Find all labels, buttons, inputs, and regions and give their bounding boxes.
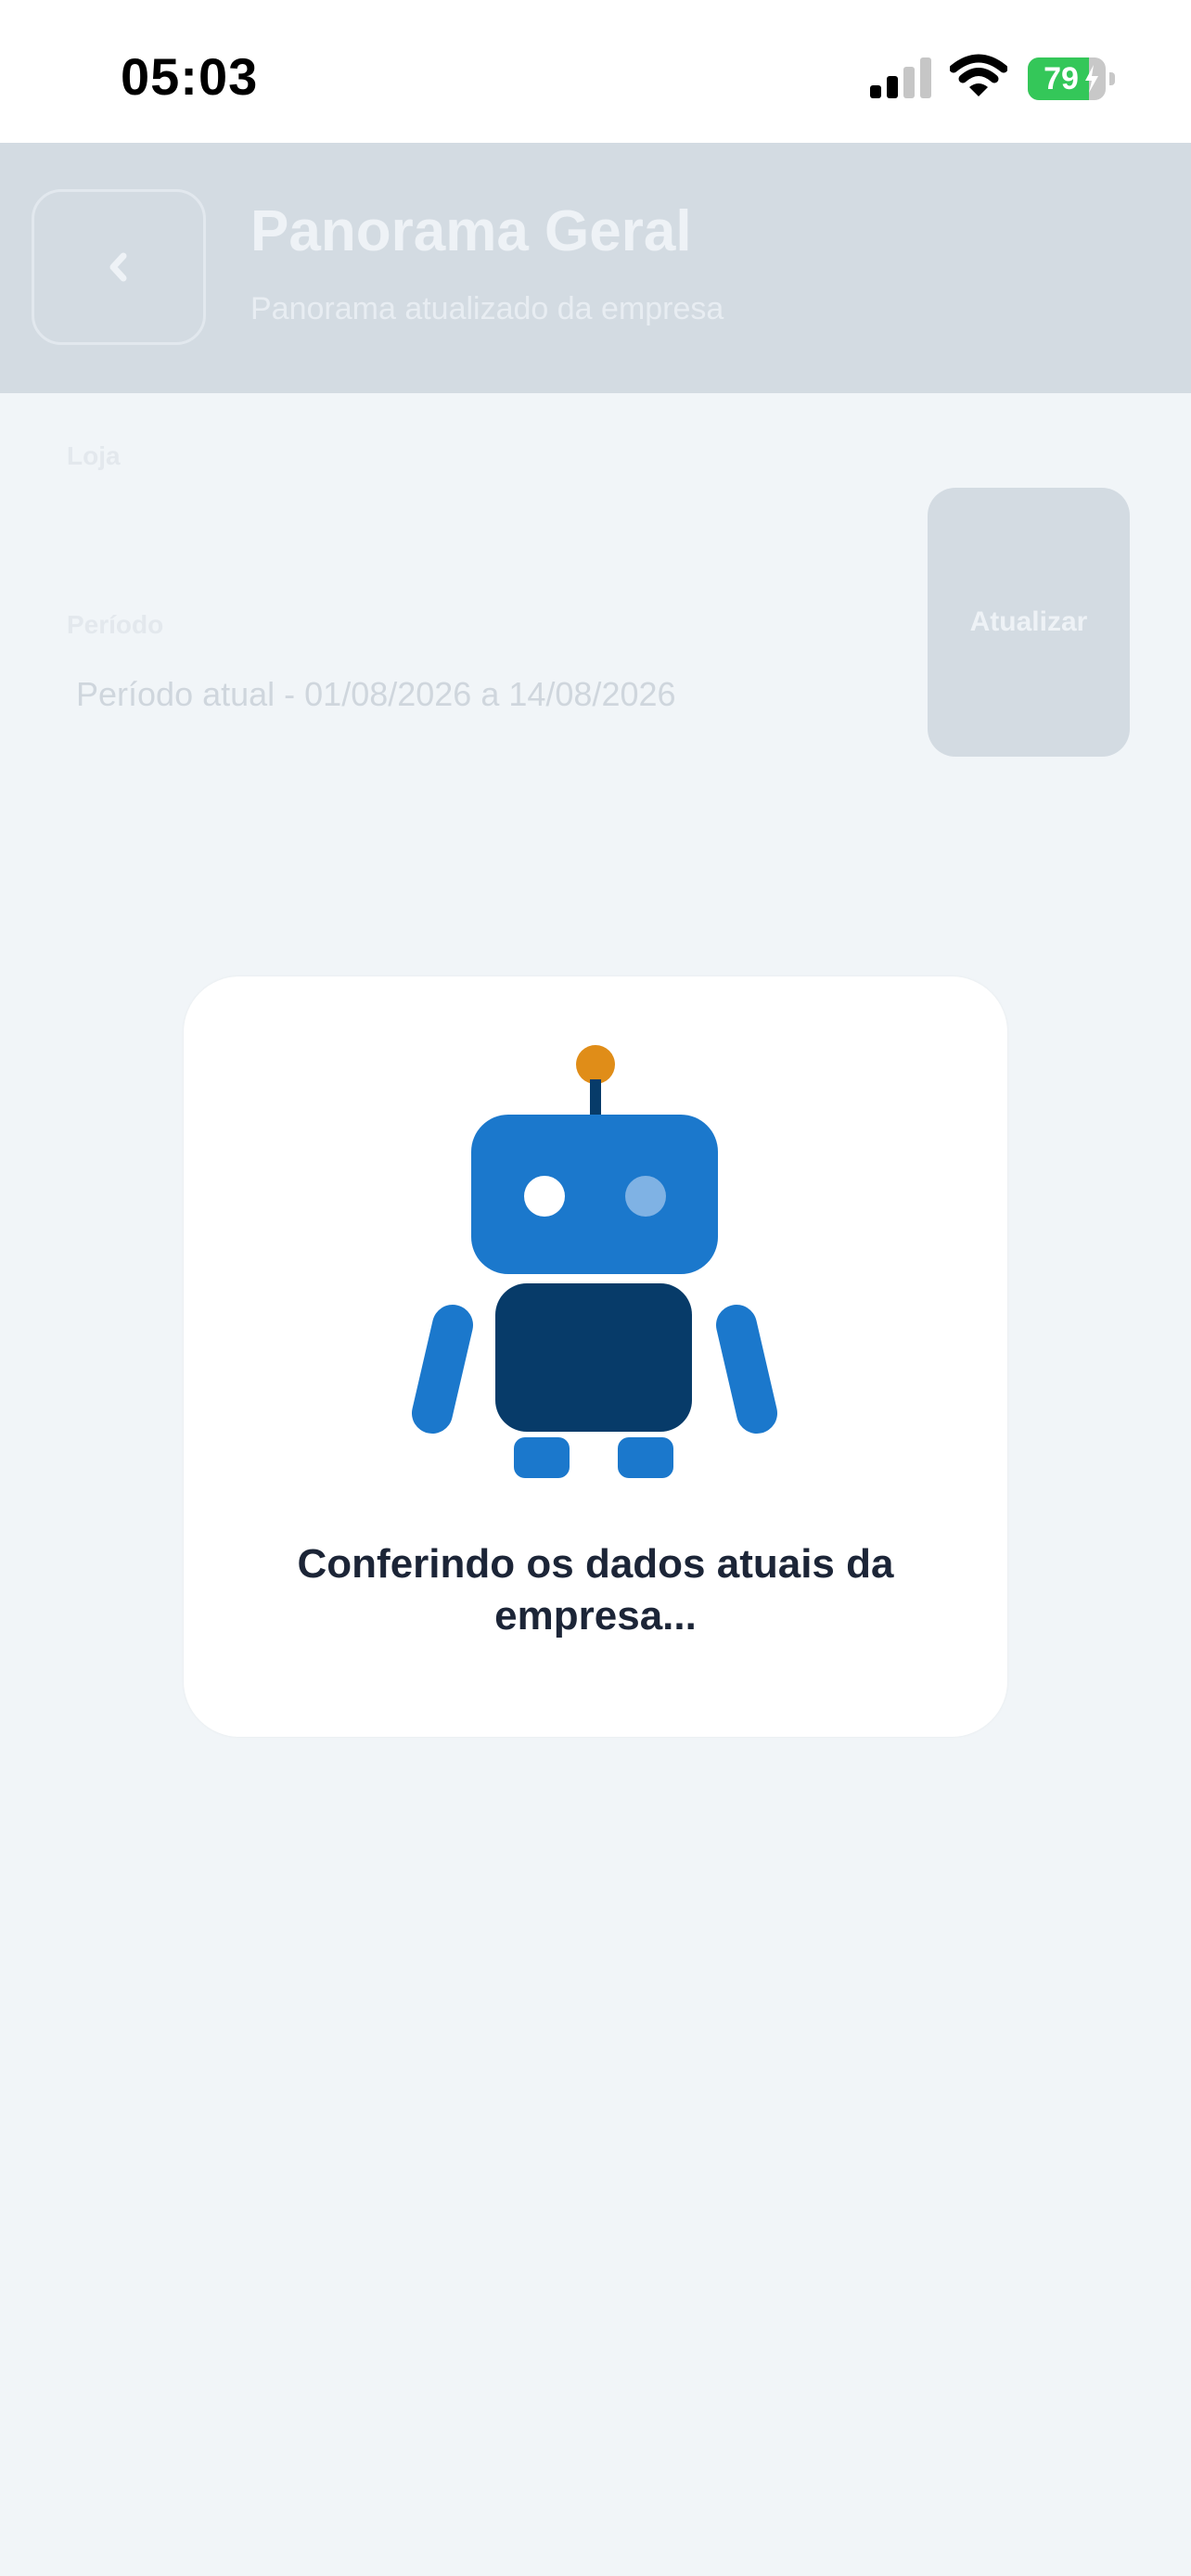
period-label: Período — [67, 610, 164, 639]
period-select[interactable]: Período atual - 01/08/2026 a 14/08/2026 — [76, 675, 676, 714]
loading-card: Conferindo os dados atuais da empresa... — [184, 976, 1007, 1737]
wifi-icon — [950, 54, 1007, 96]
back-button[interactable] — [32, 189, 206, 345]
update-button[interactable]: Atualizar — [928, 488, 1130, 757]
status-bar: 05:03 79 — [0, 0, 1191, 143]
page-title: Panorama Geral — [250, 199, 692, 263]
cellular-signal-icon — [870, 57, 931, 98]
robot-icon — [412, 1045, 777, 1478]
chevron-left-icon — [109, 252, 127, 282]
page-subtitle: Panorama atualizado da empresa — [250, 291, 724, 326]
status-time: 05:03 — [121, 47, 259, 106]
store-label: Loja — [67, 441, 121, 470]
battery-charging-icon: 79 — [1028, 57, 1115, 100]
page-header: Panorama Geral Panorama atualizado da em… — [0, 143, 1191, 393]
loading-message: Conferindo os dados atuais da empresa... — [297, 1541, 894, 1639]
